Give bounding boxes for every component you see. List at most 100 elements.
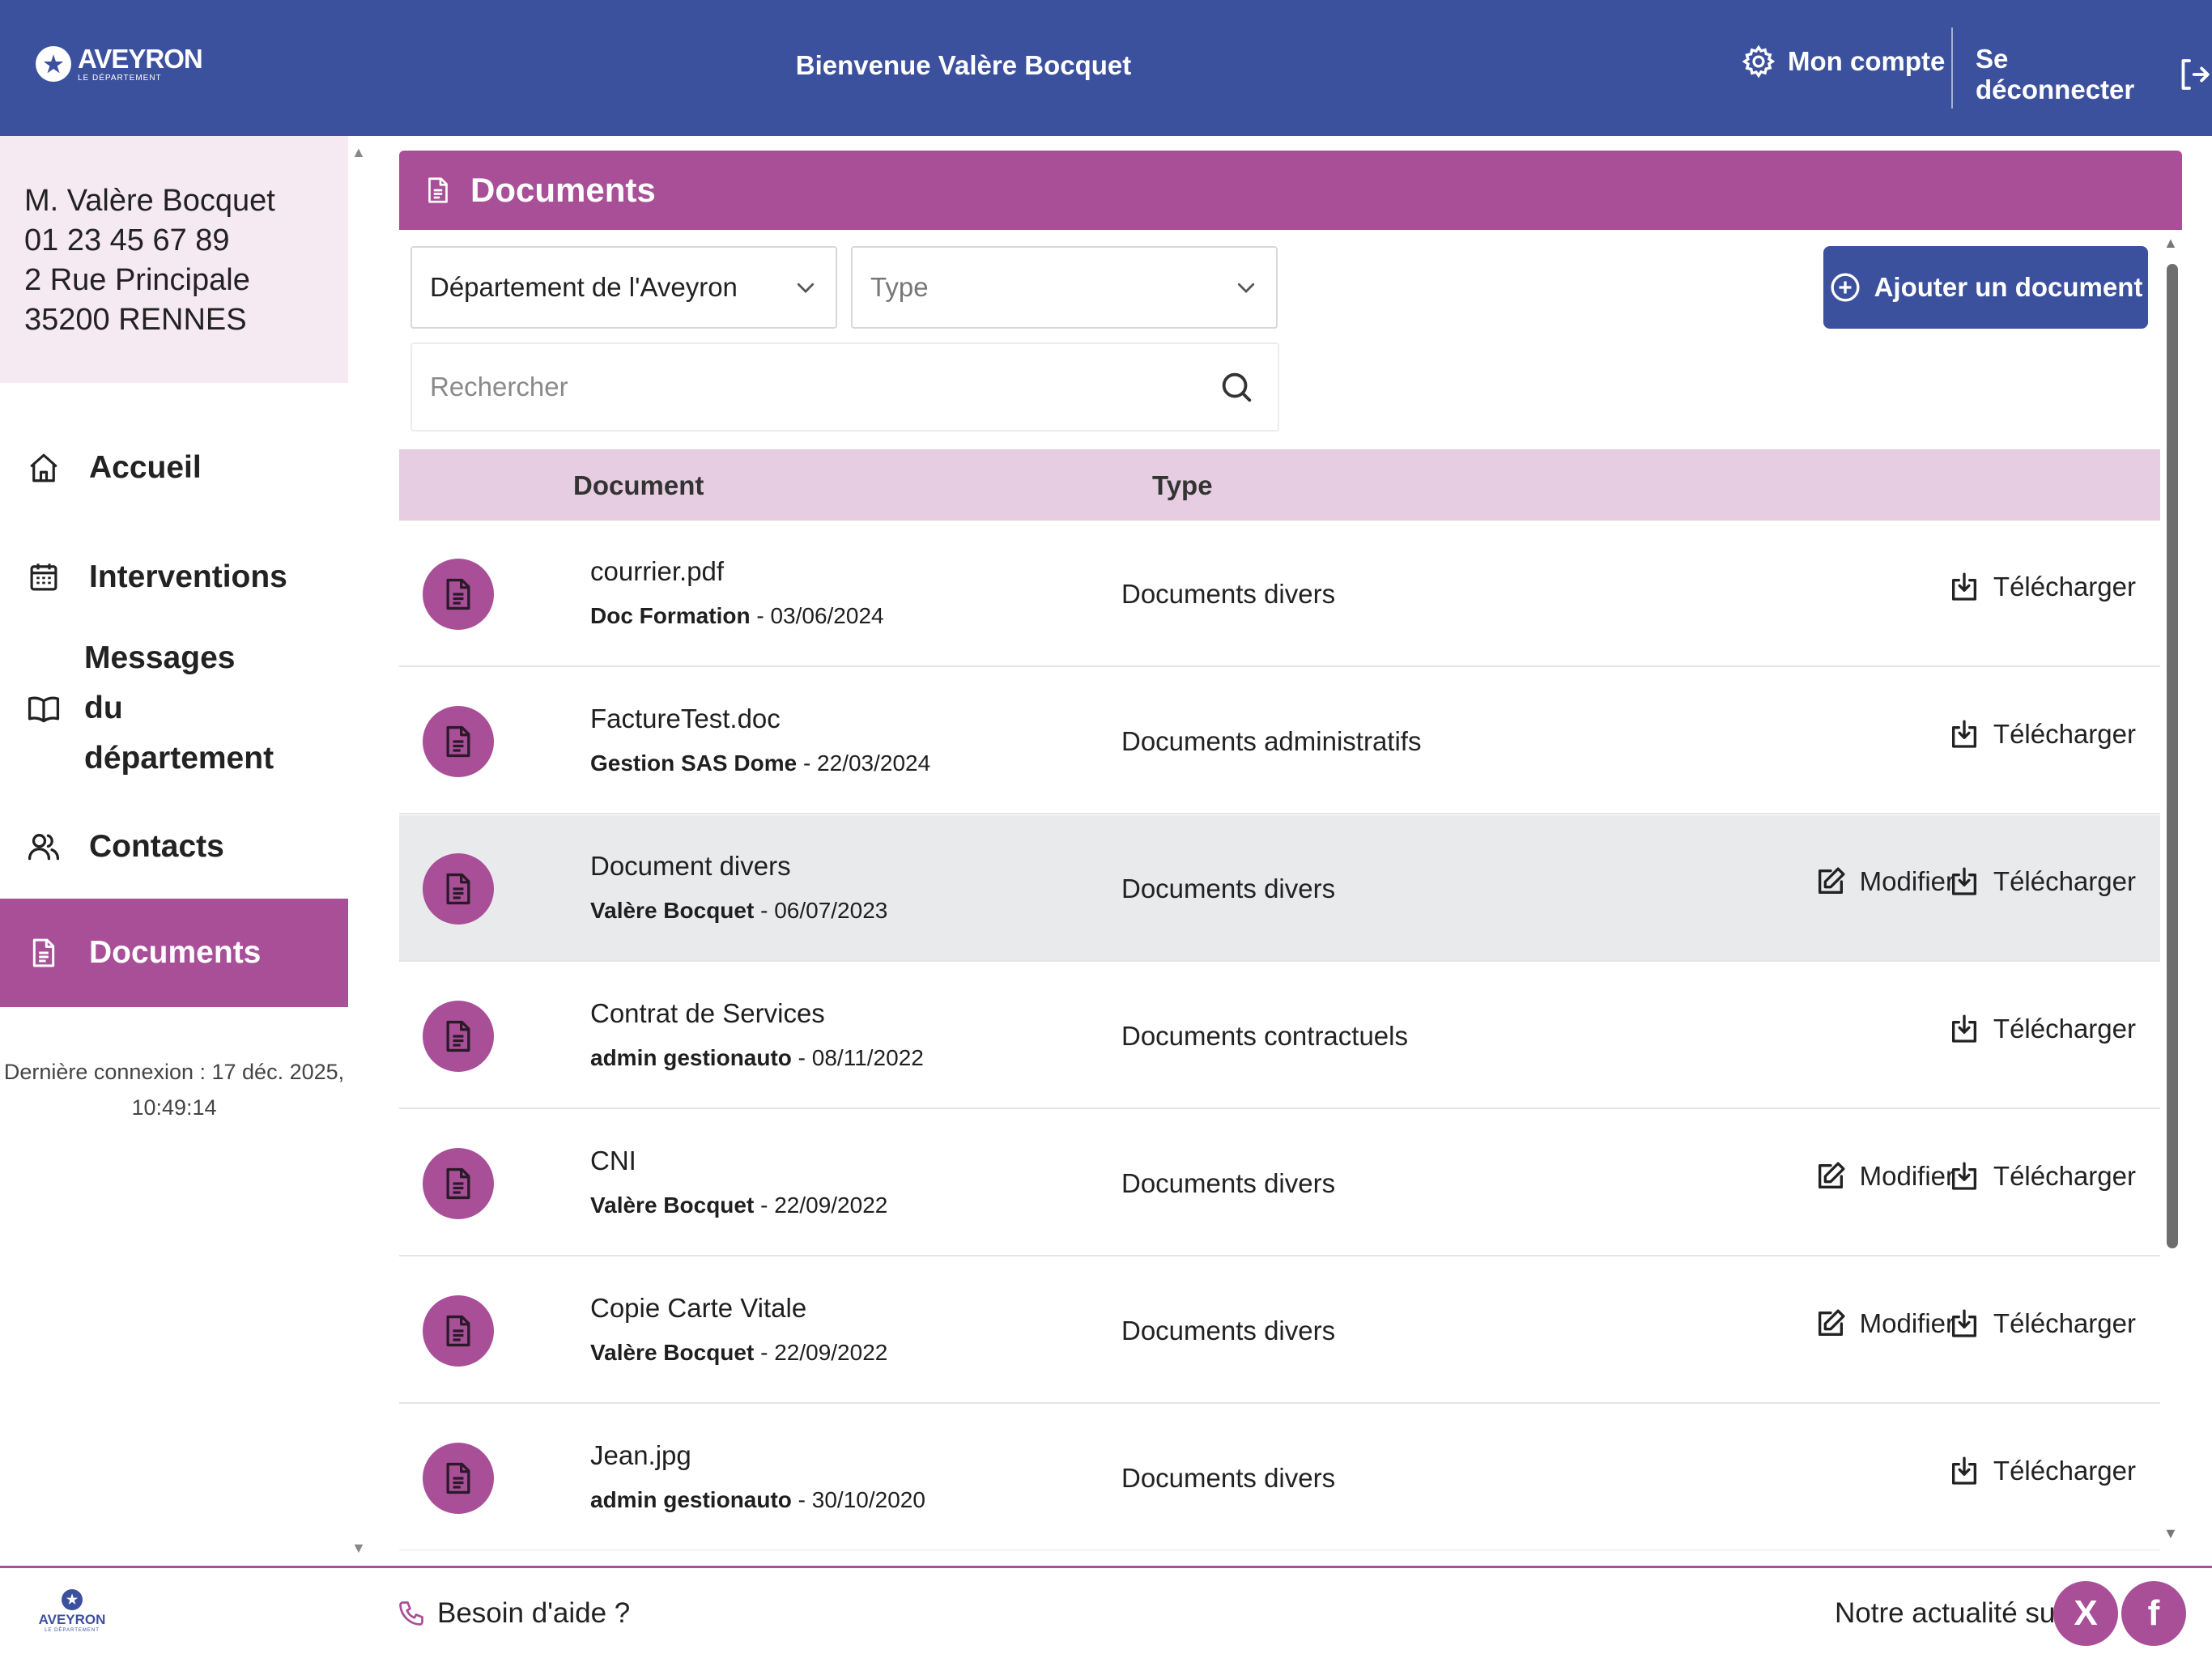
document-date: - 22/03/2024	[797, 750, 931, 776]
modify-label: Modifier	[1859, 1161, 1955, 1191]
sidebar-scroll-up-arrow[interactable]: ▲	[351, 144, 366, 161]
plus-circle-icon	[1831, 273, 1860, 302]
download-button[interactable]: Télécharger	[1948, 1013, 2136, 1045]
document-name: Copie Carte Vitale	[590, 1293, 807, 1323]
add-document-button[interactable]: Ajouter un document	[1823, 246, 2148, 329]
type-select[interactable]: Type	[851, 246, 1278, 329]
department-select[interactable]: Département de l'Aveyron	[410, 246, 837, 329]
document-icon	[428, 177, 448, 203]
document-name: FactureTest.doc	[590, 704, 781, 733]
table-row[interactable]: courrier.pdf Doc Formation - 03/06/2024 …	[399, 521, 2160, 667]
modify-label: Modifier	[1859, 866, 1955, 896]
modify-label: Modifier	[1859, 1308, 1955, 1338]
document-author: Doc Formation	[590, 603, 751, 628]
file-document-icon	[423, 706, 494, 777]
document-name: courrier.pdf	[590, 556, 725, 586]
scroll-down-arrow[interactable]: ▼	[2163, 1525, 2178, 1542]
download-label: Télécharger	[1993, 1456, 2136, 1486]
nav-label: Contacts	[89, 828, 224, 864]
table-row[interactable]: Copie Carte Vitale Valère Bocquet - 22/0…	[399, 1257, 2160, 1404]
document-name: Document divers	[590, 851, 791, 881]
nav-item-contacts[interactable]: Contacts	[0, 808, 348, 885]
scrollbar-thumb[interactable]	[2167, 264, 2178, 1248]
search-icon[interactable]	[1218, 368, 1255, 406]
documents-panel-header: Documents	[399, 151, 2182, 230]
logout-icon	[2181, 59, 2210, 90]
sidebar-scroll-down-arrow[interactable]: ▼	[351, 1540, 366, 1557]
document-author: Gestion SAS Dome	[590, 750, 798, 776]
document-author: Valère Bocquet	[590, 1192, 755, 1218]
header-divider	[1951, 28, 1953, 108]
document-author: admin gestionauto	[590, 1487, 792, 1512]
account-button[interactable]: Mon compte	[1741, 44, 1945, 79]
last-login: Dernière connexion : 17 déc. 2025, 10:49…	[0, 1054, 348, 1125]
search-placeholder: Rechercher	[430, 372, 568, 402]
download-icon	[1951, 1456, 1976, 1485]
document-type: Documents divers	[1121, 874, 1336, 903]
calendar-icon	[23, 556, 65, 598]
download-label: Télécharger	[1993, 1308, 2136, 1338]
add-document-label: Ajouter un document	[1874, 272, 2143, 302]
modify-button[interactable]: Modifier	[1814, 865, 1955, 898]
search-input[interactable]: Rechercher	[410, 342, 1279, 432]
download-icon	[1951, 1014, 1976, 1043]
type-select-placeholder: Type	[870, 272, 929, 302]
download-button[interactable]: Télécharger	[1948, 865, 2136, 898]
file-document-icon	[423, 1001, 494, 1072]
account-label: Mon compte	[1788, 46, 1946, 76]
download-button[interactable]: Télécharger	[1948, 1307, 2136, 1340]
news-label: Notre actualité sur	[1835, 1597, 2065, 1629]
gear-icon	[1742, 45, 1776, 79]
nav-item-interventions[interactable]: Interventions	[0, 538, 348, 615]
nav-label: Interventions	[89, 559, 287, 594]
edit-icon	[1818, 867, 1845, 894]
column-header-document: Document	[573, 470, 704, 500]
footer: ★ AVEYRON LE DÉPARTEMENT Besoin d'aide ?…	[0, 1566, 2212, 1658]
help-link[interactable]: Besoin d'aide ?	[397, 1597, 630, 1630]
nav-item-documents[interactable]: Documents	[0, 899, 348, 1007]
logout-button[interactable]: Se déconnecter	[1976, 44, 2212, 105]
x-twitter-icon[interactable]: X	[2053, 1581, 2118, 1646]
download-button[interactable]: Télécharger	[1948, 718, 2136, 750]
document-author: Valère Bocquet	[590, 1340, 755, 1365]
phone-icon	[399, 1601, 423, 1626]
nav-item-messages[interactable]: Messages du département	[0, 640, 348, 776]
document-date: - 06/07/2023	[754, 898, 888, 923]
document-meta: admin gestionauto - 08/11/2022	[590, 1045, 924, 1071]
document-meta: Valère Bocquet - 22/09/2022	[590, 1340, 887, 1366]
modify-button[interactable]: Modifier	[1814, 1307, 1955, 1340]
documents-list: courrier.pdf Doc Formation - 03/06/2024 …	[399, 521, 2160, 1550]
last-login-time: 10:49:14	[131, 1095, 217, 1120]
footer-logo[interactable]: ★ AVEYRON LE DÉPARTEMENT	[36, 1589, 108, 1633]
logo-subtitle: LE DÉPARTEMENT	[78, 74, 162, 83]
download-button[interactable]: Télécharger	[1948, 1160, 2136, 1192]
nav-item-accueil[interactable]: Accueil	[0, 429, 348, 506]
user-city: 35200 RENNES	[24, 303, 247, 337]
nav-label: Documents	[89, 935, 262, 970]
users-icon	[23, 826, 65, 868]
document-name: CNI	[590, 1146, 636, 1175]
document-meta: admin gestionauto - 30/10/2020	[590, 1487, 925, 1513]
modify-button[interactable]: Modifier	[1814, 1160, 1955, 1192]
logo-star-icon: ★	[36, 46, 71, 82]
download-icon	[1951, 867, 1976, 895]
scroll-up-arrow[interactable]: ▲	[2163, 235, 2178, 252]
download-button[interactable]: Télécharger	[1948, 571, 2136, 603]
table-row[interactable]: FactureTest.doc Gestion SAS Dome - 22/03…	[399, 668, 2160, 814]
download-button[interactable]: Télécharger	[1948, 1455, 2136, 1487]
chevron-down-icon	[797, 283, 815, 293]
table-row[interactable]: CNI Valère Bocquet - 22/09/2022 Document…	[399, 1110, 2160, 1256]
table-row[interactable]: Contrat de Services admin gestionauto - …	[399, 963, 2160, 1109]
aveyron-logo[interactable]: ★ AVEYRON LE DÉPARTEMENT	[36, 45, 203, 83]
facebook-icon[interactable]: f	[2121, 1581, 2186, 1646]
document-name: Jean.jpg	[590, 1440, 691, 1470]
table-row[interactable]: Document divers Valère Bocquet - 06/07/2…	[399, 815, 2160, 962]
file-document-icon	[423, 1148, 494, 1219]
file-document-icon	[423, 853, 494, 925]
download-icon	[1951, 572, 1976, 601]
user-name: M. Valère Bocquet	[24, 184, 275, 218]
document-author: Valère Bocquet	[590, 898, 755, 923]
document-date: - 03/06/2024	[750, 603, 884, 628]
user-info-card: M. Valère Bocquet 01 23 45 67 89 2 Rue P…	[0, 136, 348, 383]
table-row[interactable]: Jean.jpg admin gestionauto - 30/10/2020 …	[399, 1405, 2160, 1550]
